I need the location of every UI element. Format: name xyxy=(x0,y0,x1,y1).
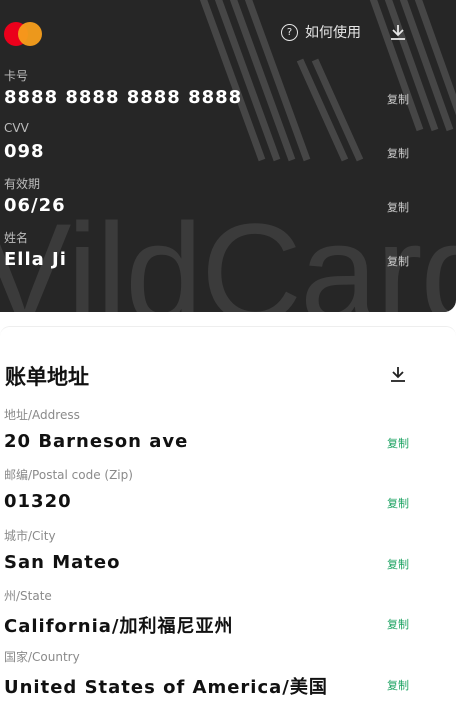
how-to-use-label: 如何使用 xyxy=(305,25,361,41)
download-billing-icon[interactable] xyxy=(389,365,407,383)
copy-address-button[interactable]: 复制 xyxy=(387,435,409,451)
name-label: 姓名 xyxy=(4,231,29,245)
copy-state-button[interactable]: 复制 xyxy=(387,616,409,632)
cvv-value: 098 xyxy=(4,141,45,162)
billing-title: 账单地址 xyxy=(5,365,89,389)
city-label: 城市/City xyxy=(4,529,56,543)
copy-expiry-button[interactable]: 复制 xyxy=(387,199,409,215)
expiry-value: 06/26 xyxy=(4,195,66,216)
country-value: United States of America/美国 xyxy=(4,677,328,698)
virtual-card: VildCard ? 如何使用 卡号 8888 8888 8888 8888 复… xyxy=(0,0,456,312)
copy-card-number-button[interactable]: 复制 xyxy=(387,91,409,107)
copy-postal-code-button[interactable]: 复制 xyxy=(387,495,409,511)
copy-country-button[interactable]: 复制 xyxy=(387,677,409,693)
question-circle-icon: ? xyxy=(281,23,298,41)
mastercard-logo xyxy=(4,22,44,46)
name-value: Ella Ji xyxy=(4,249,67,270)
country-label: 国家/Country xyxy=(4,650,80,664)
expiry-label: 有效期 xyxy=(4,177,41,191)
city-value: San Mateo xyxy=(4,552,121,573)
copy-name-button[interactable]: 复制 xyxy=(387,253,409,269)
billing-address-section: 账单地址 地址/Address 20 Barneson ave 复制 邮编/Po… xyxy=(0,326,456,714)
download-card-icon[interactable] xyxy=(389,23,407,41)
state-label: 州/State xyxy=(4,589,52,603)
copy-cvv-button[interactable]: 复制 xyxy=(387,145,409,161)
state-value: California/加利福尼亚州 xyxy=(4,616,234,637)
postal-code-value: 01320 xyxy=(4,491,72,512)
postal-code-label: 邮编/Postal code (Zip) xyxy=(4,468,133,482)
card-number-label: 卡号 xyxy=(4,69,29,83)
address-label: 地址/Address xyxy=(4,408,80,422)
copy-city-button[interactable]: 复制 xyxy=(387,556,409,572)
card-number-value: 8888 8888 8888 8888 xyxy=(4,87,243,108)
address-value: 20 Barneson ave xyxy=(4,431,189,452)
cvv-label: CVV xyxy=(4,121,29,135)
how-to-use-link[interactable]: ? 如何使用 xyxy=(281,22,361,42)
